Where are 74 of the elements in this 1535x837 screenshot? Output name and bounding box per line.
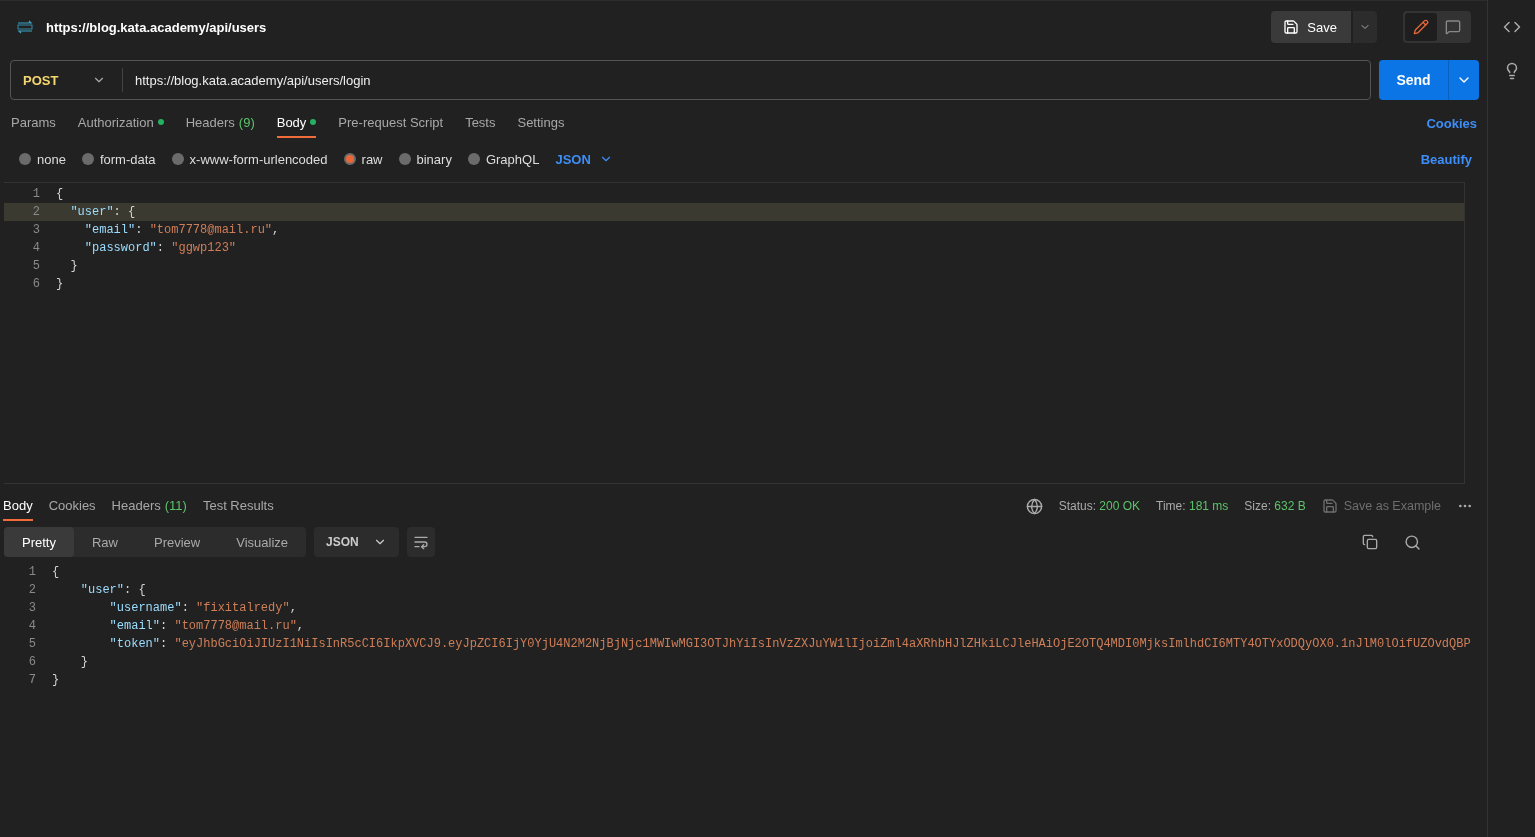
- view-mode-tab[interactable]: Visualize: [218, 527, 307, 557]
- search-button[interactable]: [1404, 533, 1421, 551]
- cookies-link[interactable]: Cookies: [1426, 115, 1477, 131]
- line-number: 1: [27, 565, 37, 579]
- body-type-radio[interactable]: x-www-form-urlencoded: [171, 151, 328, 167]
- code-text: {: [52, 565, 60, 579]
- code-text: {: [56, 187, 64, 201]
- view-mode-tab[interactable]: Raw: [73, 527, 136, 557]
- code-text: "user": {: [79, 583, 146, 597]
- code-text: "token": "eyJhbGciOiJIUzI1NiIsInR5cCI6IkpXVCJ9.eyJpZCI6IjY0YjU4N2M2NjBjNjc1MWIwMGI3OTJhYiIsInVzZXJuYW1lIjoiZml4aXRhbHJlZHkiLCJleHAiOjE2OTQ4MDI0MjksImlhdCI6MTY4OTYxODQyOX0.1nJlM0lOifUZOvdQBP: [108, 637, 1471, 651]
- wrap-icon: [412, 534, 429, 550]
- body-type-radio[interactable]: form-data: [81, 151, 156, 167]
- response-format-dropdown[interactable]: JSON: [314, 527, 399, 557]
- line-number: 6: [27, 655, 37, 669]
- method-dropdown[interactable]: POST: [11, 68, 123, 92]
- pencil-icon: [1413, 19, 1429, 35]
- request-body-editor[interactable]: 1 { 2 "user": { 3 "email": "tom7778@mail.ru", 4 "password": "ggwp123" 5 } 6 }: [4, 182, 1465, 484]
- code-text: }: [52, 673, 60, 687]
- request-tab[interactable]: Tests: [465, 108, 496, 138]
- http-icon: [16, 20, 34, 34]
- code-text: }: [69, 259, 78, 273]
- save-button[interactable]: Save: [1271, 11, 1351, 43]
- line-number: 5: [31, 259, 41, 273]
- beautify-link[interactable]: Beautify: [1420, 151, 1472, 167]
- body-type-radio[interactable]: none: [19, 151, 66, 167]
- url-field[interactable]: https://blog.kata.academy/api/users/login: [123, 72, 1370, 88]
- line-number: 6: [31, 277, 41, 291]
- line-number: 4: [27, 619, 37, 633]
- response-tab[interactable]: Headers (11): [111, 491, 187, 521]
- copy-icon: [1362, 534, 1378, 550]
- request-tab[interactable]: Params: [11, 108, 56, 138]
- format-dropdown[interactable]: JSON: [555, 151, 613, 167]
- line-number: 7: [27, 673, 37, 687]
- line-number: 4: [31, 241, 41, 255]
- copy-button[interactable]: [1362, 534, 1378, 550]
- send-button[interactable]: Send: [1379, 60, 1449, 100]
- request-tab[interactable]: Body: [276, 108, 317, 138]
- code-text: "username": "fixitalredy",: [108, 601, 297, 615]
- globe-icon: [1025, 497, 1043, 515]
- comment-icon: [1445, 19, 1461, 35]
- line-number: 3: [31, 223, 41, 237]
- edit-button[interactable]: [1405, 13, 1437, 41]
- code-text: "password": "ggwp123": [83, 241, 237, 255]
- request-title: https://blog.kata.academy/api/users: [46, 19, 268, 35]
- line-number: 2: [31, 205, 41, 219]
- url-bar[interactable]: POST https://blog.kata.academy/api/users/login: [10, 60, 1371, 100]
- request-tab[interactable]: Headers (9): [185, 108, 255, 138]
- body-type-radio[interactable]: raw: [343, 151, 383, 167]
- view-mode-tab[interactable]: Pretty: [4, 527, 74, 557]
- request-tab[interactable]: Settings: [517, 108, 565, 138]
- response-meta: Status: 200 OK: [1058, 499, 1141, 513]
- code-text: "email": "tom7778@mail.ru",: [83, 223, 280, 237]
- code-text: "user": {: [69, 205, 136, 219]
- code-text: }: [56, 277, 64, 291]
- body-type-radio[interactable]: GraphQL: [467, 151, 540, 167]
- search-icon: [1404, 533, 1421, 551]
- response-meta: Size: 632 B: [1244, 499, 1306, 513]
- line-number: 1: [31, 187, 41, 201]
- wrap-button[interactable]: [406, 527, 435, 557]
- response-tab[interactable]: Cookies: [48, 491, 96, 521]
- response-tab[interactable]: Test Results: [202, 491, 274, 521]
- save-icon: [1321, 498, 1338, 514]
- response-tab[interactable]: Body: [3, 491, 33, 521]
- request-tab[interactable]: Pre-request Script: [338, 108, 444, 138]
- line-number: 5: [27, 637, 37, 651]
- code-text: }: [79, 655, 88, 669]
- code-text: "email": "tom7778@mail.ru",: [108, 619, 305, 633]
- body-type-radio[interactable]: binary: [398, 151, 452, 167]
- response-meta: Time: 181 ms: [1156, 499, 1229, 513]
- save-icon: [1283, 19, 1300, 35]
- line-number: 2: [27, 583, 37, 597]
- request-tab[interactable]: Authorization: [77, 108, 164, 138]
- line-number: 3: [27, 601, 37, 615]
- view-mode-tab[interactable]: Preview: [136, 527, 219, 557]
